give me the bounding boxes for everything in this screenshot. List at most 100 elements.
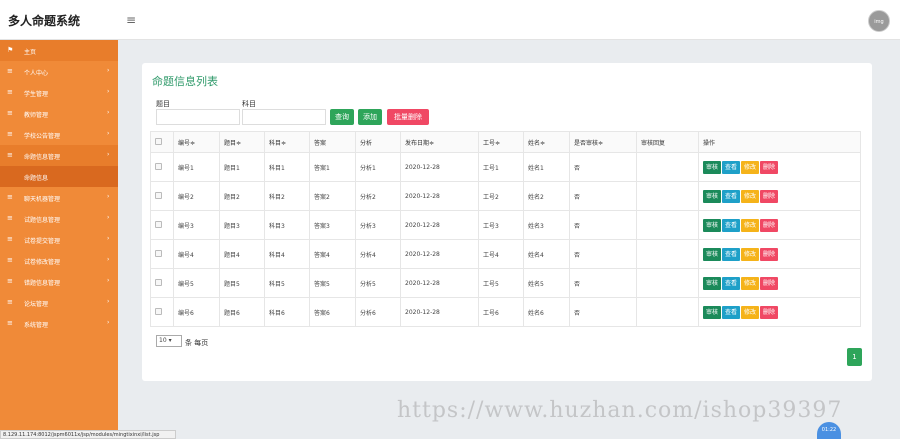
column-header[interactable]: 科目≑ — [264, 131, 310, 153]
table-cell: 工号1 — [478, 152, 524, 182]
sidebar-item-teachers[interactable]: ≡ 教师管理 › — [0, 103, 118, 124]
sidebar-item-students[interactable]: ≡ 学生管理 › — [0, 82, 118, 103]
table-cell: 否 — [569, 181, 637, 211]
table-cell: 2020-12-28 — [400, 210, 479, 240]
table-cell: 题目3 — [219, 210, 265, 240]
column-header[interactable]: 工号≑ — [478, 131, 524, 153]
view-button[interactable]: 查看 — [722, 218, 741, 232]
page-size-value: 10 — [159, 337, 167, 344]
row-checkbox[interactable] — [155, 162, 162, 170]
chevron-right-icon: › — [107, 130, 110, 137]
batch-delete-button[interactable]: 批量删除 — [387, 109, 429, 125]
page-button-current[interactable]: 1 — [847, 348, 862, 366]
topic-label: 题目 — [156, 100, 170, 108]
table-cell: 题目6 — [219, 297, 265, 327]
row-checkbox[interactable] — [155, 220, 162, 228]
row-select-cell[interactable] — [150, 239, 174, 269]
view-button[interactable]: 查看 — [722, 189, 741, 203]
column-header[interactable]: 是否审核≑ — [569, 131, 637, 153]
table-cell: 姓名5 — [523, 268, 570, 298]
topic-input[interactable] — [156, 109, 240, 125]
menu-toggle-icon[interactable]: ≡ — [126, 13, 136, 27]
chevron-right-icon: › — [107, 214, 110, 221]
sidebar-item-paper-submit[interactable]: ≡ 试卷提交管理 › — [0, 229, 118, 250]
flag-icon: ⚑ — [7, 46, 14, 54]
edit-button[interactable]: 修改 — [741, 247, 760, 261]
column-header[interactable]: 发布日期≑ — [400, 131, 479, 153]
sidebar-subitem-proposition-info[interactable]: 命题信息 — [0, 166, 118, 187]
audit-button[interactable]: 审核 — [703, 218, 722, 232]
view-button[interactable]: 查看 — [722, 276, 741, 290]
delete-button[interactable]: 删除 — [760, 218, 779, 232]
delete-button[interactable]: 删除 — [760, 305, 779, 319]
view-button[interactable]: 查看 — [722, 305, 741, 319]
table-cell: 题目5 — [219, 268, 265, 298]
audit-button[interactable]: 审核 — [703, 305, 722, 319]
sidebar-item-chatbot[interactable]: ≡ 聊天机器管理 › — [0, 187, 118, 208]
row-checkbox[interactable] — [155, 249, 162, 257]
column-header[interactable]: 题目≑ — [219, 131, 265, 153]
subject-input[interactable] — [242, 109, 326, 125]
table-cell — [636, 210, 699, 240]
row-checkbox[interactable] — [155, 191, 162, 199]
column-header[interactable]: 姓名≑ — [523, 131, 570, 153]
table-row: 编号5 题目5 科目5 答案5 分析5 2020-12-28 工号5 姓名5 否 审核 查看 修改 删除 — [150, 268, 861, 298]
table-cell: 答案2 — [309, 181, 356, 211]
query-button[interactable]: 查询 — [330, 109, 354, 125]
audit-button[interactable]: 审核 — [703, 189, 722, 203]
list-panel: 命题信息列表 题目 科目 查询 添加 批量删除 编号≑ 题目≑ 科目≑ 答案 分… — [142, 63, 872, 381]
audit-button[interactable]: 审核 — [703, 247, 722, 261]
edit-button[interactable]: 修改 — [741, 305, 760, 319]
sidebar-item-proposition[interactable]: ≡ 命题信息管理 › — [0, 145, 118, 166]
view-button[interactable]: 查看 — [722, 160, 741, 174]
table-cell: 分析3 — [355, 210, 401, 240]
row-select-cell[interactable] — [150, 297, 174, 327]
table-cell: 否 — [569, 210, 637, 240]
sidebar-item-personal[interactable]: ≡ 个人中心 › — [0, 61, 118, 82]
delete-button[interactable]: 删除 — [760, 247, 779, 261]
edit-button[interactable]: 修改 — [741, 160, 760, 174]
table-cell: 否 — [569, 239, 637, 269]
edit-button[interactable]: 修改 — [741, 189, 760, 203]
table-cell: 科目1 — [264, 152, 310, 182]
view-button[interactable]: 查看 — [722, 247, 741, 261]
sidebar-item-forum[interactable]: ≡ 论坛管理 › — [0, 292, 118, 313]
delete-button[interactable]: 删除 — [760, 276, 779, 290]
add-button[interactable]: 添加 — [358, 109, 382, 125]
row-checkbox[interactable] — [155, 278, 162, 286]
table-cell: 分析4 — [355, 239, 401, 269]
table-cell — [636, 239, 699, 269]
list-icon: ≡ — [7, 256, 13, 264]
table-row: 编号1 题目1 科目1 答案1 分析1 2020-12-28 工号1 姓名1 否 审核 查看 修改 删除 — [150, 152, 861, 182]
edit-button[interactable]: 修改 — [741, 218, 760, 232]
sidebar-item-label: 个人中心 — [24, 70, 49, 77]
table-cell: 姓名3 — [523, 210, 570, 240]
row-select-cell[interactable] — [150, 152, 174, 182]
delete-button[interactable]: 删除 — [760, 189, 779, 203]
sidebar-item-label: 学校公告管理 — [24, 133, 61, 140]
row-select-cell[interactable] — [150, 181, 174, 211]
select-all-cell[interactable] — [150, 131, 174, 153]
table-cell: 编号6 — [173, 297, 220, 327]
sidebar-item-system[interactable]: ≡ 系统管理 › — [0, 313, 118, 334]
avatar[interactable]: img — [868, 10, 890, 32]
delete-button[interactable]: 删除 — [760, 160, 779, 174]
edit-button[interactable]: 修改 — [741, 276, 760, 290]
sidebar-item-wrong-questions[interactable]: ≡ 错题信息管理 › — [0, 271, 118, 292]
audit-button[interactable]: 审核 — [703, 276, 722, 290]
sidebar-item-questions[interactable]: ≡ 试题信息管理 › — [0, 208, 118, 229]
row-select-cell[interactable] — [150, 268, 174, 298]
table-cell: 题目2 — [219, 181, 265, 211]
float-badge[interactable]: 01:22 — [817, 422, 841, 439]
select-all-checkbox[interactable] — [155, 137, 162, 145]
sidebar-item-paper-edit[interactable]: ≡ 试卷修改管理 › — [0, 250, 118, 271]
table-row: 编号3 题目3 科目3 答案3 分析3 2020-12-28 工号3 姓名3 否 审核 查看 修改 删除 — [150, 210, 861, 240]
row-select-cell[interactable] — [150, 210, 174, 240]
sidebar-item-announcements[interactable]: ≡ 学校公告管理 › — [0, 124, 118, 145]
audit-button[interactable]: 审核 — [703, 160, 722, 174]
page-size-select[interactable]: 10 ▾ — [156, 335, 182, 347]
sidebar-item-home[interactable]: ⚑ 主页 — [0, 40, 118, 61]
row-checkbox[interactable] — [155, 307, 162, 315]
sidebar-item-label: 系统管理 — [24, 322, 49, 329]
column-header[interactable]: 编号≑ — [173, 131, 220, 153]
